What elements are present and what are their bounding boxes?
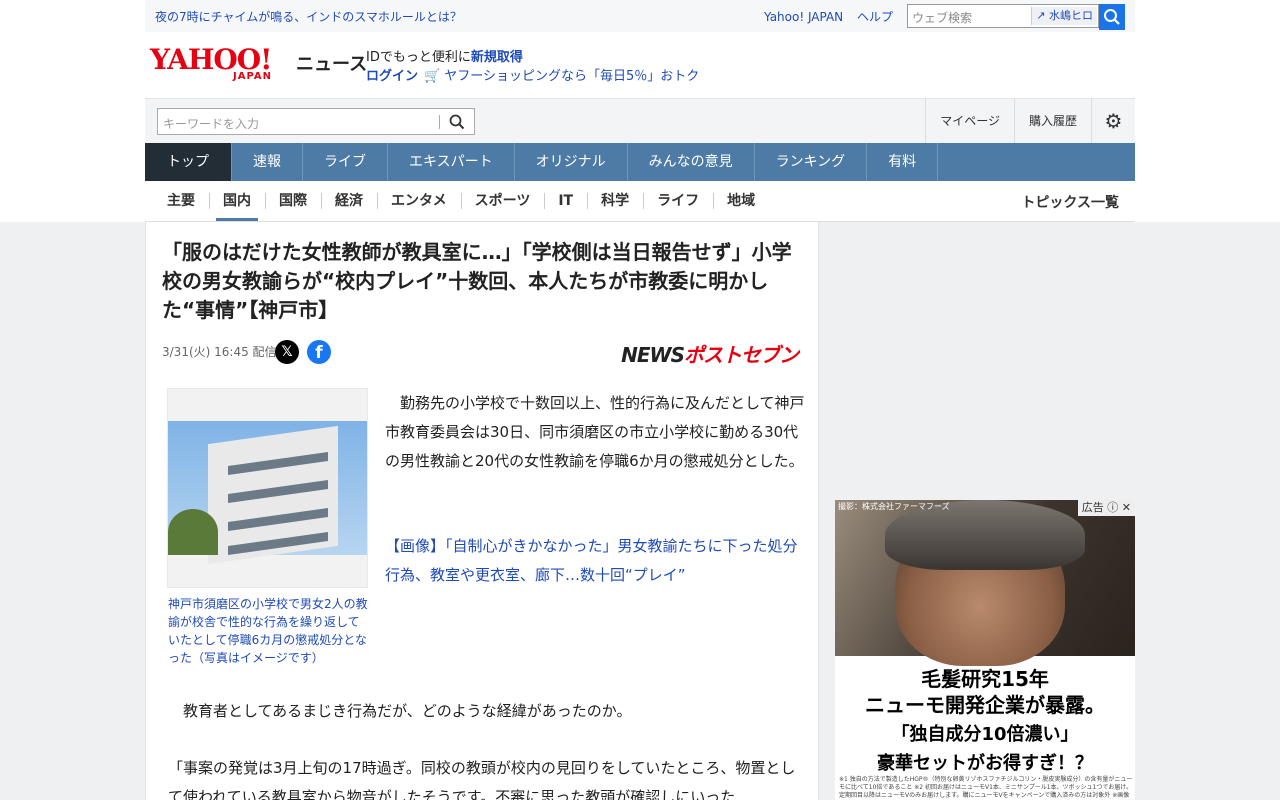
photo-tree xyxy=(168,509,218,555)
publisher-logo-b: ポストセブン xyxy=(684,343,799,367)
topics-list-link[interactable]: トピックス一覧 xyxy=(1021,192,1119,212)
search-icon[interactable] xyxy=(448,113,466,131)
id-promo: IDでもっと便利に新規取得 ログイン 🛒 ヤフーショッピングなら「毎日5％」おトク xyxy=(366,48,699,86)
category-tab-main[interactable]: 主要 xyxy=(153,181,209,221)
shopping-promo-link[interactable]: ヤフーショッピングなら「毎日5％」おトク xyxy=(444,69,699,84)
category-tab-sports[interactable]: スポーツ xyxy=(460,181,545,221)
nav-tab-live[interactable]: ライブ xyxy=(303,143,388,181)
category-tab-life[interactable]: ライフ xyxy=(643,181,713,221)
cart-icon: 🛒 xyxy=(424,69,441,84)
nav-tab-opinions[interactable]: みんなの意見 xyxy=(628,143,755,181)
category-tab-economy[interactable]: 経済 xyxy=(321,181,377,221)
article-paragraph: 勤務先の小学校で十数回以上、性的行為に及んだとして神戸市教育委員会は30日、同市… xyxy=(385,394,805,470)
nav-tab-paid[interactable]: 有料 xyxy=(867,143,939,181)
signup-link[interactable]: 新規取得 xyxy=(471,50,523,65)
article-paragraph: 教育者としてあるまじき行為だが、どのような経緯があったのか。 xyxy=(168,702,632,720)
web-search-button[interactable] xyxy=(1099,4,1125,30)
utility-links: Yahoo! JAPAN ヘルプ xyxy=(754,8,893,25)
category-tab-entertainment[interactable]: エンタメ xyxy=(377,181,461,221)
category-nav: 主要 国内 国際 経済 エンタメ スポーツ IT 科学 ライフ 地域 トピックス… xyxy=(145,181,1135,222)
news-search-row: キーワードを入力 マイページ 購入履歴 ⚙ xyxy=(145,98,1135,144)
category-tab-it[interactable]: IT xyxy=(544,181,587,221)
login-link[interactable]: ログイン xyxy=(366,69,418,84)
image-gallery-link[interactable]: 【画像】「自制心がきかなかった」男女教諭たちに下った処分行為、教室や更衣室、廊下… xyxy=(385,532,805,590)
facebook-share-icon[interactable]: f xyxy=(307,340,331,364)
x-share-icon[interactable]: 𝕏 xyxy=(275,340,299,364)
search-icon xyxy=(1104,9,1120,25)
ad-badge[interactable]: 広告 ⓘ ✕ xyxy=(1077,500,1135,516)
article-title: 「服のはだけた女性教師が教具室に…」「学校側は当日報告せず」小学校の男女教諭らが… xyxy=(162,240,792,322)
news-search-input[interactable]: キーワードを入力 xyxy=(157,108,475,135)
gear-icon[interactable]: ⚙ xyxy=(1091,99,1135,144)
purchase-history-link[interactable]: 購入履歴 xyxy=(1013,99,1091,144)
close-icon[interactable]: ✕ xyxy=(1122,501,1131,514)
info-icon[interactable]: ⓘ xyxy=(1107,501,1118,514)
article-photo[interactable] xyxy=(167,388,368,588)
category-tab-international[interactable]: 国際 xyxy=(265,181,321,221)
logo-sub: JAPAN xyxy=(233,71,272,82)
ad-headline: 豪華セットがお得すぎ！？ xyxy=(877,753,1093,774)
photo-caption[interactable]: 神戸市須磨区の小学校で男女2人の教諭が校舎で性的な行為を繰り返していたとして停職… xyxy=(168,595,368,667)
ad-headline: ニューモ開発企業が暴露。 xyxy=(865,693,1105,717)
ad-credit: 撮影：株式会社ファーマフーズ xyxy=(838,502,950,511)
trending-link[interactable]: 夜の7時にチャイムが鳴る、インドのスマホルールとは？ xyxy=(155,8,462,25)
nav-tab-ranking[interactable]: ランキング xyxy=(755,143,868,181)
publisher-logo-a: NEWS xyxy=(621,343,685,367)
category-tabs: 主要 国内 国際 経済 エンタメ スポーツ IT 科学 ライフ 地域 xyxy=(153,181,769,221)
yahoo-news-logo[interactable]: YAHOO! JAPAN ニュース xyxy=(150,46,367,86)
trending-keyword-label: 水嶋ヒロ xyxy=(1049,9,1093,22)
trending-keyword-chip[interactable]: ↗ 水嶋ヒロ xyxy=(1031,7,1097,25)
nav-tab-breaking[interactable]: 速報 xyxy=(232,143,303,181)
category-tab-domestic[interactable]: 国内 xyxy=(209,181,265,221)
nav-tab-top[interactable]: トップ xyxy=(145,143,232,181)
article-paragraph: 「事案の発覚は3月上旬の17時過ぎ。同校の教頭が校内の見回りをしていたところ、物… xyxy=(168,759,796,800)
site-header: YAHOO! JAPAN ニュース IDでもっと便利に新規取得 ログイン 🛒 ヤフー… xyxy=(145,32,1135,98)
web-search-placeholder: ウェブ検索 xyxy=(912,11,973,25)
ad-banner[interactable]: 撮影：株式会社ファーマフーズ 広告 ⓘ ✕ 毛髪研究15年 ニューモ開発企業が暴… xyxy=(835,500,1135,800)
category-tab-science[interactable]: 科学 xyxy=(587,181,643,221)
service-name: ニュース xyxy=(296,54,368,75)
category-tab-local[interactable]: 地域 xyxy=(713,181,769,221)
mypage-link[interactable]: マイページ xyxy=(925,99,1014,144)
top-bar: 夜の7時にチャイムが鳴る、インドのスマホルールとは？ Yahoo! JAPAN … xyxy=(145,0,1135,32)
nav-tab-expert[interactable]: エキスパート xyxy=(388,143,515,181)
nav-tab-original[interactable]: オリジナル xyxy=(515,143,628,181)
web-search-input[interactable]: ウェブ検索 ↗ 水嶋ヒロ xyxy=(907,4,1099,28)
main-nav: トップ 速報 ライブ エキスパート オリジナル みんなの意見 ランキング 有料 xyxy=(145,143,1135,181)
account-menu: マイページ 購入履歴 ⚙ xyxy=(925,99,1135,144)
id-promo-text: IDでもっと便利に xyxy=(366,50,471,65)
ad-headline: 毛髪研究15年 xyxy=(921,667,1049,691)
ad-photo xyxy=(835,500,1135,666)
article: 「服のはだけた女性教師が教具室に…」「学校側は当日報告せず」小学校の男女教諭らが… xyxy=(145,222,819,800)
ad-badge-label: 広告 xyxy=(1081,501,1104,514)
article-date: 3/31(火) 16:45 配信 xyxy=(162,345,277,359)
news-search-placeholder: キーワードを入力 xyxy=(163,117,260,131)
ad-fine-print: ※1 独自の方法で製造したHGP®（特別な卵黄リゾホスファチジルコリン・脱皮実験… xyxy=(839,776,1133,799)
divider xyxy=(439,115,440,129)
help-link[interactable]: ヘルプ xyxy=(857,10,893,24)
yahoo-japan-link[interactable]: Yahoo! JAPAN xyxy=(764,10,843,24)
publisher-logo[interactable]: NEWSポストセブン xyxy=(621,339,799,368)
ad-headline: 「独自成分10倍濃い」 xyxy=(891,724,1079,745)
